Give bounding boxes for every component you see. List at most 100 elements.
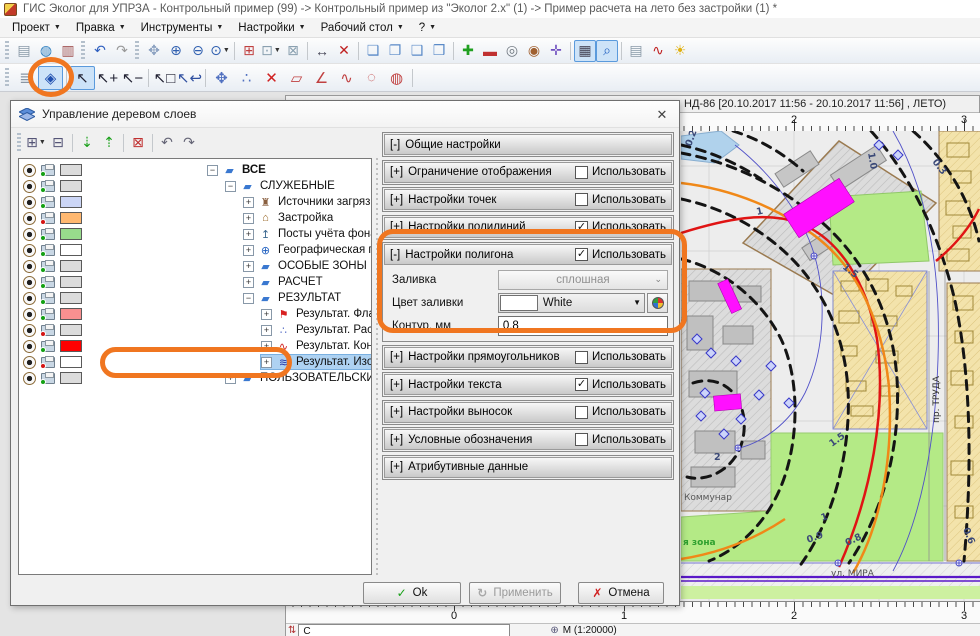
layer-color-swatch[interactable] bbox=[60, 340, 82, 352]
select-page-button[interactable]: ↖□ bbox=[152, 66, 177, 90]
tree-item-vse[interactable]: −▰ВСЕ bbox=[19, 162, 371, 178]
close-icon[interactable]: ✕ bbox=[653, 106, 671, 124]
tree-expander[interactable]: + bbox=[243, 261, 254, 272]
tree-item-raschet[interactable]: +▰РАСЧЕТ bbox=[19, 274, 371, 290]
use-checkbox[interactable]: ✓ bbox=[575, 248, 588, 261]
tree-redo-button[interactable]: ↷ bbox=[178, 132, 200, 154]
visibility-icon[interactable] bbox=[23, 308, 36, 321]
report-button[interactable]: ▥ bbox=[57, 40, 79, 62]
move-object-button[interactable]: ✥ bbox=[209, 66, 234, 90]
use-checkbox[interactable] bbox=[575, 351, 588, 364]
tree-item-flazhok[interactable]: +⚑Результат. Флажок bbox=[19, 306, 371, 322]
layer-color-swatch[interactable] bbox=[60, 260, 82, 272]
printer-icon[interactable] bbox=[41, 357, 55, 368]
printer-icon[interactable] bbox=[41, 277, 55, 288]
section-header-text[interactable]: [+] Настройки текста ✓Использовать bbox=[384, 374, 672, 395]
cancel-button[interactable]: ✗ Отмена bbox=[578, 582, 664, 604]
draw-polyline-button[interactable]: ∠ bbox=[309, 66, 334, 90]
menu-project[interactable]: Проект▼ bbox=[6, 20, 70, 36]
use-checkbox[interactable]: ✓ bbox=[575, 221, 588, 234]
printer-icon[interactable] bbox=[41, 181, 55, 192]
zoom-select-toggle[interactable]: ⌕ bbox=[596, 40, 618, 62]
tree-expander[interactable]: − bbox=[243, 293, 254, 304]
redo-button[interactable]: ↷ bbox=[111, 40, 133, 62]
edit-nodes-button[interactable]: ∴ bbox=[234, 66, 259, 90]
copy-fragment-button[interactable]: ❏ bbox=[362, 40, 384, 62]
tree-item-kontrolny-otrezok[interactable]: +∿Результат. Контрольный отрезок bbox=[19, 338, 371, 354]
layer-color-swatch[interactable] bbox=[60, 196, 82, 208]
menu-settings[interactable]: Настройки▼ bbox=[232, 20, 314, 36]
move-node-down-button[interactable]: ⇣ bbox=[76, 132, 98, 154]
use-checkbox[interactable] bbox=[575, 406, 588, 419]
layer-color-swatch[interactable] bbox=[60, 228, 82, 240]
use-checkbox[interactable] bbox=[575, 166, 588, 179]
edit-object-button[interactable]: ⊡▼ bbox=[260, 40, 282, 62]
printer-icon[interactable] bbox=[41, 293, 55, 304]
layer-color-swatch[interactable] bbox=[60, 372, 82, 384]
layer-color-swatch[interactable] bbox=[60, 276, 82, 288]
tree-expander[interactable]: + bbox=[261, 325, 272, 336]
visibility-icon[interactable] bbox=[23, 372, 36, 385]
visibility-icon[interactable] bbox=[23, 276, 36, 289]
select-plus-button[interactable]: ↖+ bbox=[95, 66, 120, 90]
tips-bulb-button[interactable]: ☀ bbox=[669, 40, 691, 62]
tree-expander[interactable]: + bbox=[243, 277, 254, 288]
merge-fragment-button[interactable]: ❒ bbox=[428, 40, 450, 62]
use-checkbox[interactable]: ✓ bbox=[575, 378, 588, 391]
section-header-attributes[interactable]: [+] Атрибутивные данные bbox=[384, 457, 672, 478]
tree-undo-button[interactable]: ↶ bbox=[156, 132, 178, 154]
section-header-display-limit[interactable]: [+] Ограничение отображения Использовать bbox=[384, 162, 672, 183]
tree-item-posty[interactable]: +↥Посты учёта фона bbox=[19, 226, 371, 242]
visibility-icon[interactable] bbox=[23, 340, 36, 353]
clear-measure-button[interactable]: ✕ bbox=[333, 40, 355, 62]
menu-edit[interactable]: Правка▼ bbox=[70, 20, 135, 36]
zoom-out-button[interactable]: ⊖ bbox=[187, 40, 209, 62]
section-header-points[interactable]: [+] Настройки точек Использовать bbox=[384, 189, 672, 210]
visibility-icon[interactable] bbox=[23, 164, 36, 177]
printer-icon[interactable] bbox=[41, 165, 55, 176]
printer-icon[interactable] bbox=[41, 245, 55, 256]
section-header-rectangles[interactable]: [+] Настройки прямоугольников Использова… bbox=[384, 347, 672, 368]
draw-hatched-circle-button[interactable]: ◍ bbox=[384, 66, 409, 90]
calc-point-mark-button[interactable]: ◉ bbox=[523, 40, 545, 62]
apply-button[interactable]: ↻ Применить bbox=[469, 582, 561, 604]
tree-expander[interactable]: + bbox=[243, 245, 254, 256]
section-header-general[interactable]: [-] Общие настройки bbox=[384, 134, 672, 155]
tree-expander[interactable]: − bbox=[207, 165, 218, 176]
printer-icon[interactable] bbox=[41, 261, 55, 272]
printer-icon[interactable] bbox=[41, 341, 55, 352]
visibility-icon[interactable] bbox=[23, 292, 36, 305]
layer-color-swatch[interactable] bbox=[60, 244, 82, 256]
measure-button[interactable]: ↔ bbox=[311, 40, 333, 62]
visibility-icon[interactable] bbox=[23, 260, 36, 273]
panel-splitter[interactable] bbox=[373, 158, 381, 575]
calc-point-remove-button[interactable]: ▬ bbox=[479, 40, 501, 62]
tree-item-sluzhebnye[interactable]: −▰СЛУЖЕБНЫЕ bbox=[19, 178, 371, 194]
visibility-icon[interactable] bbox=[23, 180, 36, 193]
visibility-icon[interactable] bbox=[23, 196, 36, 209]
layer-color-swatch[interactable] bbox=[60, 356, 82, 368]
contour-width-input[interactable]: 0.8 bbox=[498, 316, 668, 336]
printer-icon[interactable] bbox=[41, 197, 55, 208]
tree-expander[interactable]: + bbox=[243, 197, 254, 208]
use-checkbox[interactable] bbox=[575, 433, 588, 446]
ok-button[interactable]: ✓ Ok bbox=[363, 582, 461, 604]
layer-color-swatch[interactable] bbox=[60, 164, 82, 176]
menu-tools[interactable]: Инструменты▼ bbox=[135, 20, 233, 36]
layer-color-swatch[interactable] bbox=[60, 308, 82, 320]
section-header-polylines[interactable]: [+] Настройки полилиний ✓Использовать bbox=[384, 217, 672, 238]
tree-item-raschetnye-tochki[interactable]: +∴Результат. Расчетные точки bbox=[19, 322, 371, 338]
select-cursor-button[interactable]: ↖ bbox=[70, 66, 95, 90]
print-map-button[interactable]: ▤ bbox=[625, 40, 647, 62]
draw-curve-button[interactable]: ∿ bbox=[334, 66, 359, 90]
select-back-button[interactable]: ↖↩ bbox=[177, 66, 202, 90]
visibility-icon[interactable] bbox=[23, 356, 36, 369]
visibility-icon[interactable] bbox=[23, 324, 36, 337]
tree-item-geo[interactable]: +⊕Географическая привязка bbox=[19, 242, 371, 258]
zoom-extent-button[interactable]: ⊙▼ bbox=[209, 40, 231, 62]
add-object-button[interactable]: ⊞ bbox=[238, 40, 260, 62]
north-direction-combo[interactable]: С bbox=[298, 624, 510, 636]
tree-expander[interactable]: + bbox=[225, 373, 236, 384]
visibility-icon[interactable] bbox=[23, 228, 36, 241]
pick-object-button[interactable]: ⊠ bbox=[282, 40, 304, 62]
